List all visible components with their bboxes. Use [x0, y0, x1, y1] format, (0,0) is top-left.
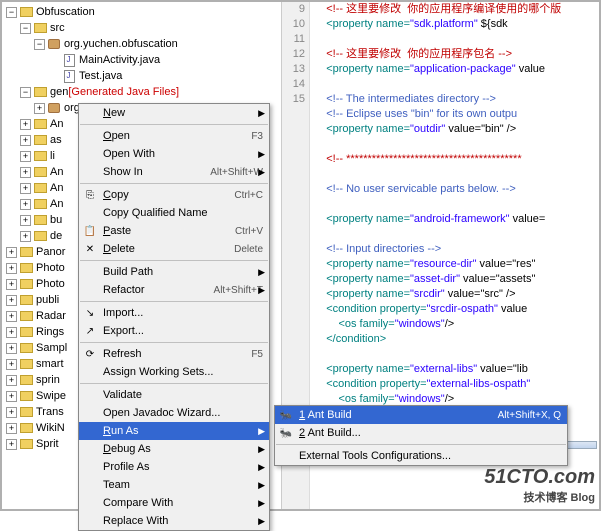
menu-profile-as[interactable]: Profile As▶ [79, 458, 269, 476]
tree-gen[interactable]: −gen [Generated Java Files] [6, 84, 281, 100]
menu-icon: ⟳ [83, 347, 97, 361]
expand-icon[interactable]: + [20, 215, 31, 226]
submenu-arrow-icon: ▶ [258, 516, 265, 527]
submenu-1-ant-build[interactable]: 🐜1 Ant BuildAlt+Shift+X, Q [275, 406, 567, 424]
menu-delete[interactable]: ✕DeleteDelete [79, 240, 269, 258]
expand-icon[interactable]: + [34, 103, 45, 114]
submenu-arrow-icon: ▶ [258, 480, 265, 491]
expand-icon[interactable]: + [6, 279, 17, 290]
menu-export-[interactable]: ↗Export... [79, 322, 269, 340]
tree-file[interactable]: Test.java [6, 68, 281, 84]
submenu-external-tools-configurations-[interactable]: External Tools Configurations... [275, 447, 567, 465]
expand-icon[interactable]: + [6, 423, 17, 434]
ant-icon: 🐜 [279, 426, 293, 440]
tree-package[interactable]: −org.yuchen.obfuscation [6, 36, 281, 52]
expand-icon[interactable]: + [6, 375, 17, 386]
menu-refactor[interactable]: RefactorAlt+Shift+T▶ [79, 281, 269, 299]
runas-submenu[interactable]: 🐜1 Ant BuildAlt+Shift+X, Q🐜2 Ant Build..… [274, 405, 568, 466]
expand-icon[interactable]: + [6, 327, 17, 338]
menu-import-[interactable]: ↘Import... [79, 304, 269, 322]
menu-open-javadoc-wizard-[interactable]: Open Javadoc Wizard... [79, 404, 269, 422]
tree-file[interactable]: MainActivity.java [6, 52, 281, 68]
expand-icon[interactable]: + [6, 247, 17, 258]
expand-icon[interactable]: + [20, 231, 31, 242]
menu-copy[interactable]: ⎘CopyCtrl+C [79, 186, 269, 204]
expand-icon[interactable]: + [20, 119, 31, 130]
menu-build-path[interactable]: Build Path▶ [79, 263, 269, 281]
submenu-arrow-icon: ▶ [258, 167, 265, 178]
menu-run-as[interactable]: Run As▶ [79, 422, 269, 440]
expand-icon[interactable]: + [6, 359, 17, 370]
menu-replace-with[interactable]: Replace With▶ [79, 512, 269, 530]
expand-icon[interactable]: + [20, 199, 31, 210]
menu-copy-qualified-name[interactable]: Copy Qualified Name [79, 204, 269, 222]
tree-root[interactable]: −Obfuscation [6, 4, 281, 20]
expand-icon[interactable]: + [6, 439, 17, 450]
menu-icon: 📋 [83, 224, 97, 238]
expand-icon[interactable]: + [6, 311, 17, 322]
submenu-arrow-icon: ▶ [258, 108, 265, 119]
expand-icon[interactable]: + [20, 151, 31, 162]
tree-src[interactable]: −src [6, 20, 281, 36]
menu-refresh[interactable]: ⟳RefreshF5 [79, 345, 269, 363]
menu-team[interactable]: Team▶ [79, 476, 269, 494]
collapse-icon[interactable]: − [20, 87, 31, 98]
menu-open[interactable]: OpenF3 [79, 127, 269, 145]
collapse-icon[interactable]: − [34, 39, 45, 50]
menu-show-in[interactable]: Show InAlt+Shift+W▶ [79, 163, 269, 181]
expand-icon[interactable]: + [20, 183, 31, 194]
context-menu[interactable]: New▶ OpenF3Open With▶Show InAlt+Shift+W▶ ⎘… [78, 103, 270, 531]
menu-assign-working-sets-[interactable]: Assign Working Sets... [79, 363, 269, 381]
watermark: 51CTO.com 技术博客 Blog [484, 466, 595, 505]
menu-icon: ✕ [83, 242, 97, 256]
expand-icon[interactable]: + [20, 167, 31, 178]
submenu-arrow-icon: ▶ [258, 426, 265, 437]
menu-icon: ↗ [83, 324, 97, 338]
menu-icon: ↘ [83, 306, 97, 320]
submenu-arrow-icon: ▶ [258, 285, 265, 296]
expand-icon[interactable]: + [6, 343, 17, 354]
menu-compare-with[interactable]: Compare With▶ [79, 494, 269, 512]
expand-icon[interactable]: + [6, 263, 17, 274]
ant-icon: 🐜 [279, 408, 293, 422]
menu-validate[interactable]: Validate [79, 386, 269, 404]
submenu-arrow-icon: ▶ [258, 267, 265, 278]
expand-icon[interactable]: + [6, 295, 17, 306]
submenu-arrow-icon: ▶ [258, 149, 265, 160]
menu-open-with[interactable]: Open With▶ [79, 145, 269, 163]
menu-icon: ⎘ [83, 188, 97, 202]
menu-new[interactable]: New▶ [79, 104, 269, 122]
submenu-arrow-icon: ▶ [258, 462, 265, 473]
collapse-icon[interactable]: − [20, 23, 31, 34]
expand-icon[interactable]: + [6, 407, 17, 418]
menu-paste[interactable]: 📋PasteCtrl+V [79, 222, 269, 240]
submenu-2-ant-build-[interactable]: 🐜2 Ant Build... [275, 424, 567, 442]
submenu-arrow-icon: ▶ [258, 498, 265, 509]
menu-debug-as[interactable]: Debug As▶ [79, 440, 269, 458]
collapse-icon[interactable]: − [6, 7, 17, 18]
submenu-arrow-icon: ▶ [258, 444, 265, 455]
expand-icon[interactable]: + [20, 135, 31, 146]
expand-icon[interactable]: + [6, 391, 17, 402]
